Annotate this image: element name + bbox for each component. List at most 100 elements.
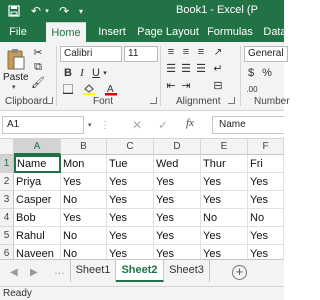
cell-b5[interactable]: No [61,227,107,245]
undo-dropdown-icon[interactable]: ▾ [43,2,51,20]
save-icon[interactable] [6,2,22,20]
column-header-d[interactable]: D [154,139,201,155]
align-top-icon[interactable]: ≡ [165,46,177,58]
select-all-corner[interactable] [0,139,14,155]
sheet-more-icon[interactable]: … [54,265,65,277]
formula-input[interactable]: Name [212,116,284,134]
cell-e4[interactable]: No [201,209,248,227]
cell-b1[interactable]: Mon [61,155,107,173]
align-left-icon[interactable]: ☰ [165,62,177,75]
cell-d2[interactable]: Yes [154,173,201,191]
wrap-text-icon[interactable]: ↵ [212,62,224,75]
clipboard-launcher-icon[interactable] [46,97,53,104]
customize-toolbar-icon[interactable]: ▾ [76,2,86,20]
enter-icon[interactable]: ✓ [158,118,168,132]
row-header[interactable]: 5 [0,227,14,245]
cell-d3[interactable]: Yes [154,191,201,209]
paste-label[interactable]: Paste [3,72,29,83]
fill-color-icon[interactable] [82,83,96,95]
redo-icon[interactable]: ↷ [56,2,72,20]
cut-icon[interactable]: ✂ [32,46,44,59]
paste-button[interactable] [5,46,27,72]
cell-d1[interactable]: Wed [154,155,201,173]
column-header-b[interactable]: B [61,139,107,155]
increase-decimal-icon[interactable]: .00 [245,83,259,95]
align-center-icon[interactable]: ☰ [180,62,192,75]
sheet-tab-sheet3[interactable]: Sheet3 [164,260,210,282]
cell-c3[interactable]: Yes [107,191,154,209]
cell-c4[interactable]: Yes [107,209,154,227]
cell-a3[interactable]: Casper [14,191,61,209]
sheet-next-icon[interactable]: ▶ [30,267,38,278]
cell-a1[interactable]: Name [14,155,61,173]
tab-formulas[interactable]: Formulas [205,22,255,42]
align-middle-icon[interactable]: ≡ [180,46,192,58]
underline-button[interactable]: U [90,67,102,79]
name-box-dropdown-icon[interactable]: ▾ [88,121,92,129]
row-header[interactable]: 2 [0,173,14,191]
insert-function-icon[interactable]: fx [186,117,194,129]
merge-center-icon[interactable]: ⊟ [212,79,224,92]
cell-f5[interactable]: Yes [248,227,284,245]
cell-e5[interactable]: Yes [201,227,248,245]
tab-page-layout[interactable]: Page Layout [136,22,200,42]
column-header-c[interactable]: C [107,139,154,155]
cell-f2[interactable]: Yes [248,173,284,191]
cell-c2[interactable]: Yes [107,173,154,191]
cell-d5[interactable]: Yes [154,227,201,245]
align-bottom-icon[interactable]: ≡ [195,46,207,58]
alignment-launcher-icon[interactable] [228,97,235,104]
add-sheet-icon[interactable]: + [232,265,247,280]
border-icon[interactable] [62,83,74,95]
cell-a4[interactable]: Bob [14,209,61,227]
cell-d4[interactable]: Yes [154,209,201,227]
cell-b2[interactable]: Yes [61,173,107,191]
cell-f1[interactable]: Fri [248,155,284,173]
italic-button[interactable]: I [76,67,88,79]
cell-f4[interactable]: No [248,209,284,227]
underline-dropdown-icon[interactable]: ▾ [102,68,108,78]
font-launcher-icon[interactable] [150,97,157,104]
cell-e1[interactable]: Thur [201,155,248,173]
cell-f3[interactable]: Yes [248,191,284,209]
increase-indent-icon[interactable]: ⇥ [180,79,192,92]
row-header[interactable]: 4 [0,209,14,227]
font-color-icon[interactable]: A [104,82,118,96]
tab-insert[interactable]: Insert [93,22,131,42]
row-header[interactable]: 1 [0,155,14,173]
format-painter-icon[interactable]: 🖌 [31,76,45,89]
decrease-indent-icon[interactable]: ⇤ [165,79,177,92]
cell-b3[interactable]: No [61,191,107,209]
font-name-select[interactable]: Calibri [60,46,122,62]
align-right-icon[interactable]: ☰ [195,62,207,75]
row-header[interactable]: 3 [0,191,14,209]
column-header-a[interactable]: A [14,139,61,155]
alignment-group-label: Alignment [176,96,221,107]
currency-icon[interactable]: $ [245,67,257,79]
tab-data[interactable]: Data [260,22,290,42]
cell-a2[interactable]: Priya [14,173,61,191]
sheet-tab-sheet2[interactable]: Sheet2 [116,260,164,282]
cell-a5[interactable]: Rahul [14,227,61,245]
sheet-tab-sheet1[interactable]: Sheet1 [70,260,116,282]
font-size-select[interactable]: 11 [124,46,158,62]
cell-e2[interactable]: Yes [201,173,248,191]
column-header-e[interactable]: E [201,139,248,155]
cell-e3[interactable]: Yes [201,191,248,209]
sheet-prev-icon[interactable]: ◀ [10,267,18,278]
name-box[interactable]: A1 [2,116,84,134]
paste-dropdown-icon[interactable]: ▾ [12,83,16,91]
cell-c5[interactable]: Yes [107,227,154,245]
percent-icon[interactable]: % [261,67,273,79]
number-format-select[interactable]: General [244,46,288,62]
column-header-f[interactable]: F [248,139,284,155]
orientation-icon[interactable]: ↗ [212,46,224,58]
cancel-icon[interactable]: ✕ [132,118,142,132]
copy-icon[interactable]: ⧉ [32,61,44,73]
bold-button[interactable]: B [62,67,74,79]
cell-c1[interactable]: Tue [107,155,154,173]
tab-file[interactable]: File [4,22,32,42]
tab-home[interactable]: Home [46,22,86,42]
undo-icon[interactable]: ↶ [28,2,44,20]
cell-b4[interactable]: Yes [61,209,107,227]
